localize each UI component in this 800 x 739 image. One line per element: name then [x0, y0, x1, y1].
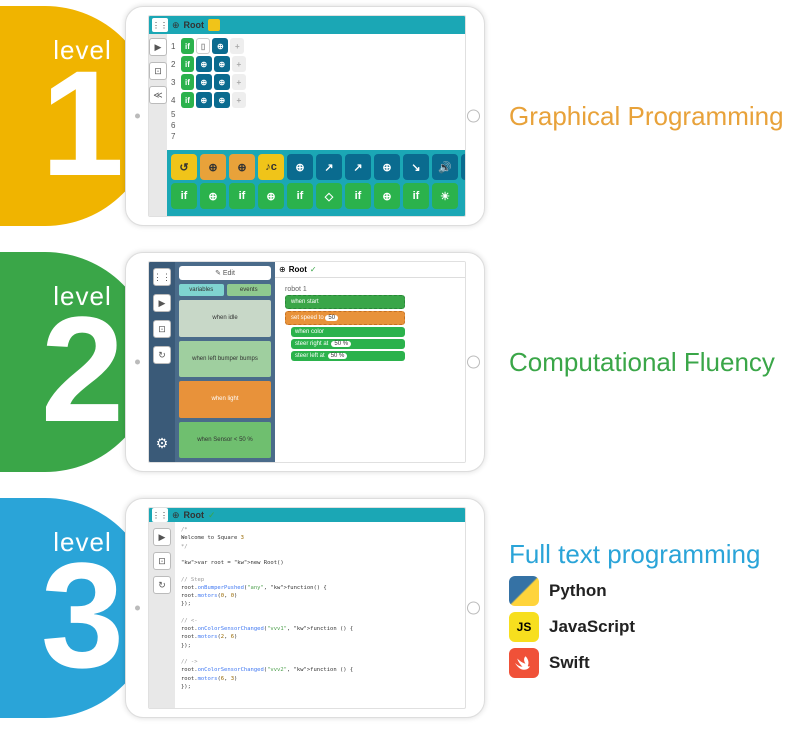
editor-main: 1if▯⊕+ 2if⊕⊕+ 3if⊕⊕+ 4if⊕⊕+ 5 6 7 ↺ ⊕ ⊕ [167, 34, 466, 216]
back-button[interactable]: ≪ [149, 86, 167, 104]
robot-icon: ⊕ [279, 265, 286, 274]
swift-icon [509, 648, 539, 678]
app-name: Root [184, 510, 205, 520]
canvas-header: ⊕ Root ✓ [275, 262, 465, 278]
step-button[interactable]: ⊡ [153, 552, 171, 570]
level-3-title: Full text programming [509, 538, 800, 571]
status-indicator [208, 19, 220, 31]
motion-block[interactable]: set speed to 50 [285, 311, 405, 325]
level-2-description: Computational Fluency [509, 346, 800, 379]
control-strip: ▶ ⊡ ↻ ⚙ [149, 522, 175, 709]
gear-icon[interactable]: ⚙ [156, 435, 169, 452]
code-editor[interactable]: /* Welcome to Square 3*/"kw">var root = … [175, 522, 465, 709]
level-3-description: Full text programming Python JS JavaScri… [509, 538, 800, 679]
level-number: 2 [41, 294, 124, 444]
screen-level-1: ⋮⋮ ⊕ Root ▶ ⊡ ≪ 1if▯⊕+ 2if⊕⊕+ 3if⊕⊕+ 4if… [148, 15, 466, 217]
control-strip: ▶ ⊡ ≪ [149, 34, 167, 216]
robot-label: robot 1 [285, 286, 405, 293]
event-block[interactable]: when Sensor < 50 % [179, 422, 271, 459]
editor-body: ▶ ⊡ ↻ ⚙ /* Welcome to Square 3*/"kw">var… [149, 522, 465, 709]
menu-icon[interactable]: ⋮⋮ [153, 268, 171, 286]
robot-icon: ⊕ [172, 20, 180, 31]
block-tray: ↺ ⊕ ⊕ ♪c ⊕ ↗ ↗ ⊕ ↘ 🔊 ↻ [167, 150, 466, 216]
robot-icon: ⊕ [172, 510, 180, 521]
motion-block[interactable]: steer right at 50 % [291, 339, 405, 349]
check-icon: ✓ [208, 510, 216, 521]
events-panel: ✎ Edit variables events when idle when l… [175, 262, 275, 462]
canvas[interactable]: ⊕ Root ✓ robot 1 when start set speed to… [275, 262, 465, 462]
tab-events[interactable]: events [227, 284, 272, 296]
event-block[interactable]: when left bumper bumps [179, 341, 271, 378]
step-button[interactable]: ⊡ [153, 320, 171, 338]
lang-javascript: JS JavaScript [509, 612, 800, 642]
step-button[interactable]: ⊡ [149, 62, 167, 80]
level-2-row: level 2 ⋮⋮ ▶ ⊡ ↻ ⚙ ✎ Edit variables even… [0, 246, 800, 478]
block-canvas[interactable]: 1if▯⊕+ 2if⊕⊕+ 3if⊕⊕+ 4if⊕⊕+ 5 6 7 [167, 34, 466, 150]
tablet-level-1: ⋮⋮ ⊕ Root ▶ ⊡ ≪ 1if▯⊕+ 2if⊕⊕+ 3if⊕⊕+ 4if… [125, 6, 485, 226]
level-3-row: level 3 ⋮⋮ ⊕ Root ✓ ▶ ⊡ ↻ ⚙ /* Welcome t… [0, 492, 800, 724]
level-1-description: Graphical Programming [509, 100, 800, 133]
level-1-row: level 1 ⋮⋮ ⊕ Root ▶ ⊡ ≪ 1if▯⊕+ 2if⊕⊕+ [0, 0, 800, 232]
motion-block[interactable]: steer left at 50 % [291, 351, 405, 361]
tray-music-icon[interactable]: ♪c [258, 154, 284, 180]
if-block[interactable]: if [181, 74, 194, 90]
editor-body: ⋮⋮ ▶ ⊡ ↻ ⚙ ✎ Edit variables events when … [149, 262, 465, 462]
javascript-icon: JS [509, 612, 539, 642]
if-block[interactable]: if [181, 92, 194, 108]
edit-button[interactable]: ✎ Edit [179, 266, 271, 280]
tab-variables[interactable]: variables [179, 284, 224, 296]
sensor-block[interactable]: when color [291, 327, 405, 337]
title-bar: ⋮⋮ ⊕ Root [149, 16, 465, 34]
hat-block[interactable]: when start [285, 295, 405, 309]
tablet-level-3: ⋮⋮ ⊕ Root ✓ ▶ ⊡ ↻ ⚙ /* Welcome to Square… [125, 498, 485, 718]
app-name: Root [289, 265, 307, 274]
level-2-title: Computational Fluency [509, 346, 800, 379]
add-block[interactable]: + [230, 38, 244, 54]
title-bar: ⋮⋮ ⊕ Root ✓ [149, 508, 465, 522]
app-name: Root [184, 20, 205, 30]
editor-body: ▶ ⊡ ≪ 1if▯⊕+ 2if⊕⊕+ 3if⊕⊕+ 4if⊕⊕+ 5 6 7 [149, 34, 465, 216]
tray-loop-icon[interactable]: ↺ [171, 154, 197, 180]
event-block[interactable]: when light [179, 381, 271, 418]
loop-button[interactable]: ↻ [153, 576, 171, 594]
tablet-level-2: ⋮⋮ ▶ ⊡ ↻ ⚙ ✎ Edit variables events when … [125, 252, 485, 472]
menu-icon[interactable]: ⋮⋮ [152, 508, 168, 522]
lang-swift: Swift [509, 648, 800, 678]
loop-button[interactable]: ↻ [153, 346, 171, 364]
if-block[interactable]: if [181, 38, 194, 54]
if-block[interactable]: if [181, 56, 194, 72]
lang-python: Python [509, 576, 800, 606]
screen-level-3: ⋮⋮ ⊕ Root ✓ ▶ ⊡ ↻ ⚙ /* Welcome to Square… [148, 507, 466, 709]
control-strip: ⋮⋮ ▶ ⊡ ↻ ⚙ [149, 262, 175, 462]
script-stack[interactable]: robot 1 when start set speed to 50 when … [285, 286, 405, 363]
play-button[interactable]: ▶ [153, 528, 171, 546]
level-1-title: Graphical Programming [509, 100, 800, 133]
play-button[interactable]: ▶ [153, 294, 171, 312]
action-block[interactable]: ⊕ [212, 38, 228, 54]
event-block[interactable]: when idle [179, 300, 271, 337]
screen-level-2: ⋮⋮ ▶ ⊡ ↻ ⚙ ✎ Edit variables events when … [148, 261, 466, 463]
play-button[interactable]: ▶ [149, 38, 167, 56]
level-number: 1 [41, 48, 124, 198]
level-number: 3 [41, 540, 124, 690]
python-icon [509, 576, 539, 606]
menu-icon[interactable]: ⋮⋮ [152, 18, 168, 32]
check-icon: ✓ [310, 265, 317, 274]
